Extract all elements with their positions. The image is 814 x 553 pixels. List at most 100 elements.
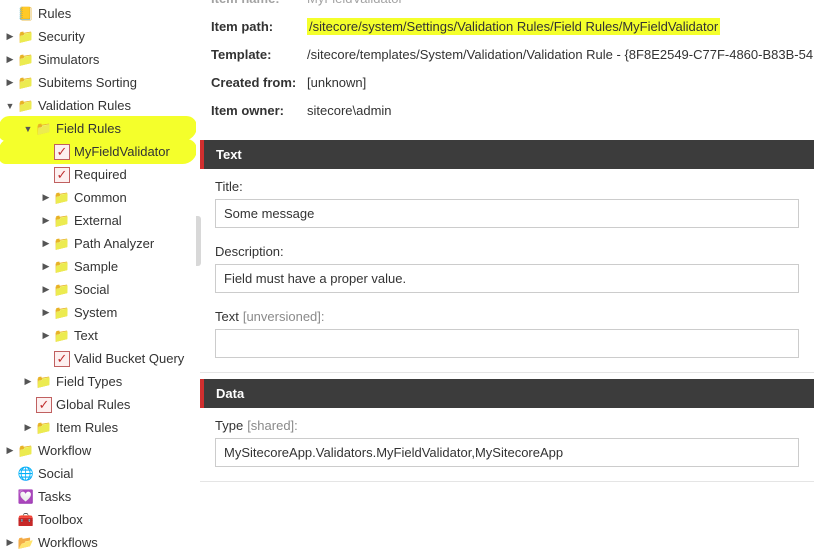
- tree-label: Tasks: [38, 489, 71, 504]
- type-label: Type [shared]:: [215, 418, 799, 433]
- tree-label: Security: [38, 29, 85, 44]
- tree-external[interactable]: ▶External: [0, 209, 196, 232]
- tree-label: Workflows: [38, 535, 98, 550]
- tree-label: Global Rules: [56, 397, 130, 412]
- folder-icon: [18, 75, 34, 91]
- tree-tasks[interactable]: Tasks: [0, 485, 196, 508]
- tree-label: Workflow: [38, 443, 91, 458]
- type-label-hint: [shared]:: [247, 418, 298, 433]
- tree-label: Toolbox: [38, 512, 83, 527]
- validator-icon: [54, 351, 70, 367]
- tree-system[interactable]: ▶System: [0, 301, 196, 324]
- title-input[interactable]: [215, 199, 799, 228]
- tree-myfieldvalidator[interactable]: MyFieldValidator: [0, 140, 196, 163]
- tree-label: Path Analyzer: [74, 236, 154, 251]
- folder-icon: 📒: [18, 6, 34, 22]
- qi-created-from-label: Created from:: [211, 75, 307, 90]
- validator-icon: [36, 397, 52, 413]
- tree-simulators[interactable]: ▶Simulators: [0, 48, 196, 71]
- text-input[interactable]: [215, 329, 799, 358]
- description-label: Description:: [215, 244, 799, 259]
- folder-icon: [54, 213, 70, 229]
- folder-icon: [54, 282, 70, 298]
- qi-template-value: /sitecore/templates/System/Validation/Va…: [307, 47, 814, 62]
- tree-sample[interactable]: ▶Sample: [0, 255, 196, 278]
- toolbox-icon: [18, 512, 34, 528]
- folder-icon: [54, 259, 70, 275]
- tree-label: Text: [74, 328, 98, 343]
- tree-valid-bucket-query[interactable]: Valid Bucket Query: [0, 347, 196, 370]
- tree-label: Required: [74, 167, 127, 182]
- tree-social[interactable]: ▶Social: [0, 278, 196, 301]
- tree-item-rules[interactable]: ▶Item Rules: [0, 416, 196, 439]
- tree-toolbox[interactable]: Toolbox: [0, 508, 196, 531]
- type-input[interactable]: [215, 438, 799, 467]
- tree-social-root[interactable]: Social: [0, 462, 196, 485]
- tree-subitems-sorting[interactable]: ▶Subitems Sorting: [0, 71, 196, 94]
- workflows-icon: [18, 535, 34, 551]
- section-text-body: Title: Description: Text [unversioned]:: [200, 169, 814, 373]
- tree-common[interactable]: ▶Common: [0, 186, 196, 209]
- qi-item-path-value: /sitecore/system/Settings/Validation Rul…: [307, 18, 720, 35]
- tree-path-analyzer[interactable]: ▶Path Analyzer: [0, 232, 196, 255]
- folder-icon: [36, 121, 52, 137]
- tree-label: MyFieldValidator: [74, 144, 170, 159]
- tree-required[interactable]: Required: [0, 163, 196, 186]
- type-label-text: Type: [215, 418, 243, 433]
- qi-template-label: Template:: [211, 47, 307, 62]
- validator-icon: [54, 167, 70, 183]
- title-label: Title:: [215, 179, 799, 194]
- content-tree: 📒 Rules ▶Security ▶Simulators ▶Subitems S…: [0, 0, 196, 553]
- folder-icon: [54, 328, 70, 344]
- text-label-hint: [unversioned]:: [243, 309, 325, 324]
- folder-icon: [18, 52, 34, 68]
- globe-icon: [18, 466, 34, 482]
- tree-label: Sample: [74, 259, 118, 274]
- tree-label: Rules: [38, 6, 71, 21]
- folder-icon: [36, 420, 52, 436]
- tree-text[interactable]: ▶Text: [0, 324, 196, 347]
- tree-workflows[interactable]: ▶Workflows: [0, 531, 196, 553]
- tree-field-rules[interactable]: ▼Field Rules: [0, 117, 196, 140]
- tree-label: Social: [38, 466, 73, 481]
- folder-icon: [54, 305, 70, 321]
- folder-icon: [18, 98, 34, 114]
- tree-label: External: [74, 213, 122, 228]
- folder-icon: [54, 236, 70, 252]
- folder-icon: [36, 374, 52, 390]
- tree-label: Social: [74, 282, 109, 297]
- tree-label: Validation Rules: [38, 98, 131, 113]
- folder-icon: [18, 443, 34, 459]
- section-text-header[interactable]: Text: [200, 140, 814, 169]
- tree-field-types[interactable]: ▶Field Types: [0, 370, 196, 393]
- section-data-body: Type [shared]:: [200, 408, 814, 482]
- content-editor: Item name: MyFieldValidator Item path: /…: [196, 0, 814, 553]
- folder-icon: [54, 190, 70, 206]
- quick-info: Item name: MyFieldValidator Item path: /…: [196, 0, 814, 134]
- text-label: Text [unversioned]:: [215, 309, 799, 324]
- description-input[interactable]: [215, 264, 799, 293]
- tree-rules[interactable]: 📒 Rules: [0, 2, 196, 25]
- splitter-handle[interactable]: [196, 216, 201, 266]
- qi-item-owner-label: Item owner:: [211, 103, 307, 118]
- text-label-text: Text: [215, 309, 239, 324]
- tree-label: Field Types: [56, 374, 122, 389]
- validator-icon: [54, 144, 70, 160]
- tree-workflow[interactable]: ▶Workflow: [0, 439, 196, 462]
- section-data-header[interactable]: Data: [200, 379, 814, 408]
- qi-item-name-value: MyFieldValidator: [307, 0, 403, 6]
- tree-label: Simulators: [38, 52, 99, 67]
- qi-item-owner-value: sitecore\admin: [307, 103, 392, 118]
- qi-item-path-label: Item path:: [211, 19, 307, 34]
- tree-label: Valid Bucket Query: [74, 351, 184, 366]
- tree-label: Subitems Sorting: [38, 75, 137, 90]
- folder-icon: [18, 29, 34, 45]
- tasks-icon: [18, 489, 34, 505]
- tree-security[interactable]: ▶Security: [0, 25, 196, 48]
- tree-label: Item Rules: [56, 420, 118, 435]
- tree-global-rules[interactable]: Global Rules: [0, 393, 196, 416]
- tree-validation-rules[interactable]: ▼Validation Rules: [0, 94, 196, 117]
- tree-label: System: [74, 305, 117, 320]
- qi-created-from-value: [unknown]: [307, 75, 366, 90]
- tree-label: Field Rules: [56, 121, 121, 136]
